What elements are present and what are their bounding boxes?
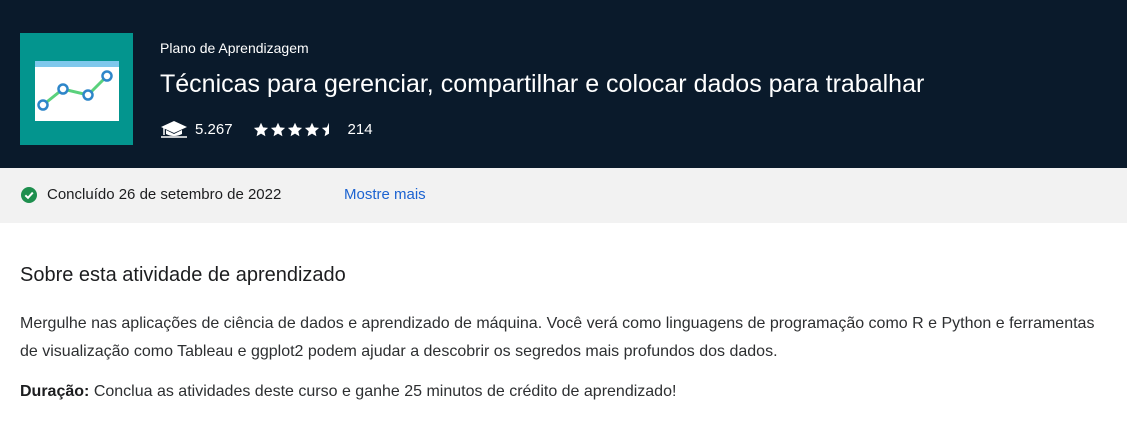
course-title: Técnicas para gerenciar, compartilhar e … <box>160 70 925 98</box>
line-chart-icon <box>35 61 119 121</box>
completion-date: Concluído 26 de setembro de 2022 <box>47 186 282 203</box>
duration-line: Duração: Conclua as atividades deste cur… <box>20 383 676 401</box>
course-thumbnail <box>20 33 133 145</box>
about-heading: Sobre esta atividade de aprendizado <box>20 264 346 286</box>
duration-text: Conclua as atividades deste curso e ganh… <box>93 383 677 400</box>
course-stats: 5.267 214 <box>160 119 373 139</box>
learning-path-label: Plano de Aprendizagem <box>160 40 309 56</box>
star-icon <box>304 122 319 136</box>
duration-label: Duração: <box>20 383 90 400</box>
learner-count: 5.267 <box>195 120 233 138</box>
star-icon <box>287 122 302 136</box>
graduation-cap-icon <box>160 119 188 139</box>
review-count: 214 <box>347 120 373 138</box>
course-header: Plano de Aprendizagem Técnicas para gere… <box>0 0 1127 168</box>
rating-stars <box>253 122 338 137</box>
star-icon <box>270 122 285 136</box>
show-more-link[interactable]: Mostre mais <box>344 186 426 203</box>
check-circle-icon <box>21 187 37 203</box>
star-icon <box>253 122 268 136</box>
about-description: Mergulhe nas aplicações de ciência de da… <box>20 315 1095 360</box>
star-icon <box>321 122 329 136</box>
